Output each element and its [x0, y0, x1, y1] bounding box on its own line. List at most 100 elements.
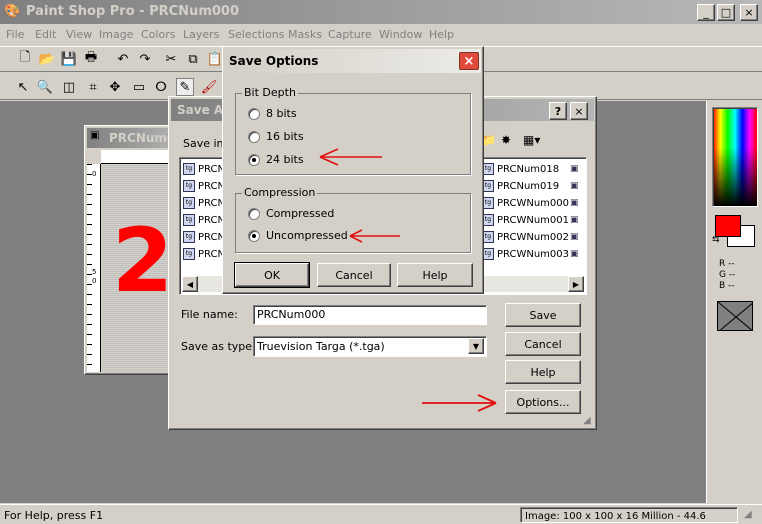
radio-8-bits[interactable] [248, 108, 260, 120]
selection-tool-icon[interactable]: ▭ [130, 78, 148, 96]
list-item[interactable]: tg PRCN [183, 195, 225, 211]
list-item[interactable]: tg PRCN [183, 178, 225, 194]
save-as-type-select[interactable]: Truevision Targa (*.tga) ▼ [253, 336, 487, 357]
annotation-arrow-options [422, 394, 497, 412]
menu-layers[interactable]: Layers [183, 28, 219, 41]
save-options-titlebar: Save Options × [225, 49, 481, 73]
menu-edit[interactable]: Edit [35, 28, 56, 41]
green-readout: G -- [719, 270, 736, 280]
maximize-button[interactable]: □ [717, 4, 735, 21]
color-spectrum[interactable] [712, 107, 758, 207]
list-item[interactable]: tg PRCWNum000 [482, 195, 569, 211]
tga-file-icon: tg [183, 163, 195, 175]
status-image-info: Image: 100 x 100 x 16 Million - 44.6 KBy… [520, 507, 738, 523]
annotation-arrow-24-bits [319, 148, 382, 166]
save-options-close-button[interactable]: × [459, 52, 479, 70]
options-cancel-button[interactable]: Cancel [317, 263, 391, 287]
canvas-digit: 2 [112, 209, 174, 312]
annotation-arrow-uncompressed [349, 229, 400, 243]
options-button[interactable]: Options... [505, 390, 581, 414]
menu-masks[interactable]: Masks [288, 28, 322, 41]
print-icon[interactable]: 🖶 [82, 50, 100, 68]
scroll-right-button[interactable]: ▶ [568, 276, 584, 292]
menu-capture[interactable]: Capture [328, 28, 372, 41]
tga-file-icon: tg [183, 248, 195, 260]
list-item[interactable]: tg PRCWNum003 [482, 246, 569, 262]
status-bar: For Help, press F1 Image: 100 x 100 x 16… [0, 504, 762, 524]
ok-button[interactable]: OK [234, 262, 310, 288]
save-options-dialog[interactable]: Save Options × Bit Depth 8 bits 16 bits … [222, 46, 484, 294]
document-icon: ▣ [90, 130, 100, 141]
resize-grip-icon[interactable]: ◢ [583, 415, 591, 426]
list-item[interactable]: tg PRCNum018 [482, 161, 559, 177]
red-readout: R -- [719, 259, 735, 269]
radio-compressed[interactable] [248, 208, 260, 220]
undo-icon[interactable]: ↶ [114, 50, 132, 68]
new-file-icon[interactable]: 🗋 [16, 50, 34, 68]
menu-view[interactable]: View [66, 28, 92, 41]
dropper-tool-icon[interactable]: ✎ [176, 78, 194, 96]
menu-file[interactable]: File [6, 28, 24, 41]
ruler-mark-50: 50 [92, 268, 97, 285]
file-name-input[interactable]: PRCNum000 [253, 305, 487, 325]
radio-16-bits[interactable] [248, 131, 260, 143]
color-palette-panel: ⇆ R -- G -- B -- [706, 101, 762, 503]
save-as-help-button[interactable]: ? [549, 102, 567, 120]
close-button[interactable]: × [740, 4, 758, 21]
open-folder-icon[interactable]: 📂 [38, 50, 56, 68]
options-help-button[interactable]: Help [397, 263, 473, 287]
paintbrush-tool-icon[interactable]: 🖌 [200, 78, 218, 96]
deformation-tool-icon[interactable]: ◫ [60, 78, 78, 96]
list-item[interactable]: tg PRCNum019 [482, 178, 559, 194]
menu-selections[interactable]: Selections [228, 28, 284, 41]
menu-window[interactable]: Window [379, 28, 422, 41]
tga-file-icon: tg [183, 197, 195, 209]
list-item[interactable]: tg PRCN [183, 212, 225, 228]
crop-tool-icon[interactable]: ⌗ [84, 78, 102, 96]
compression-label: Compression [242, 186, 318, 199]
list-item[interactable]: tg PRCWNum002 [482, 229, 569, 245]
list-item[interactable]: tg PRCWNum001 [482, 212, 569, 228]
file-name-label: File name: [181, 308, 238, 321]
save-as-type-label: Save as type: [181, 340, 256, 353]
save-icon[interactable]: 💾 [60, 50, 78, 68]
chevron-down-icon[interactable]: ▼ [468, 338, 484, 354]
zoom-tool-icon[interactable]: 🔍 [36, 78, 54, 96]
view-menu-icon[interactable]: ▦▾ [523, 133, 547, 149]
bit-depth-label: Bit Depth [242, 86, 298, 99]
arrow-tool-icon[interactable]: ↖ [14, 78, 32, 96]
app-icon: 🎨 [4, 4, 21, 19]
mover-tool-icon[interactable]: ✥ [106, 78, 124, 96]
radio-24-bits-label: 24 bits [266, 153, 304, 166]
app-title: Paint Shop Pro - PRCNum000 [26, 4, 239, 19]
new-folder-star-icon[interactable]: ✸ [501, 133, 517, 149]
minimize-button[interactable]: _ [697, 4, 715, 21]
menu-image[interactable]: Image [99, 28, 133, 41]
save-button[interactable]: Save [505, 303, 581, 327]
copy-icon[interactable]: ⧉ [184, 50, 202, 68]
menu-help[interactable]: Help [429, 28, 454, 41]
ruler-mark-0: 0 [92, 170, 97, 178]
foreground-color-swatch[interactable] [715, 215, 741, 237]
redo-icon[interactable]: ↷ [136, 50, 154, 68]
radio-uncompressed[interactable] [248, 230, 260, 242]
image-window-title: PRCNum0 [109, 131, 176, 145]
radio-16-bits-label: 16 bits [266, 130, 304, 143]
scroll-left-button[interactable]: ◀ [182, 276, 198, 292]
radio-compressed-label: Compressed [266, 207, 335, 220]
file-name-value: PRCNum000 [257, 308, 326, 321]
style-swatch[interactable] [717, 301, 753, 331]
save-as-type-value: Truevision Targa (*.tga) [257, 340, 385, 353]
lasso-tool-icon[interactable]: ⵔ [152, 78, 170, 96]
menu-colors[interactable]: Colors [141, 28, 175, 41]
resize-grip[interactable]: ◢ [744, 509, 752, 520]
radio-24-bits[interactable] [248, 154, 260, 166]
list-item[interactable]: tg PRCN [183, 246, 225, 262]
list-item[interactable]: tg PRCN [183, 229, 225, 245]
help-button[interactable]: Help [505, 360, 581, 384]
list-item[interactable]: tg PRCN [183, 161, 225, 177]
cut-icon[interactable]: ✂ [162, 50, 180, 68]
save-as-close-button[interactable]: × [570, 102, 588, 120]
menu-bar: File Edit View Image Colors Layers Selec… [0, 24, 762, 44]
cancel-button[interactable]: Cancel [505, 332, 581, 356]
